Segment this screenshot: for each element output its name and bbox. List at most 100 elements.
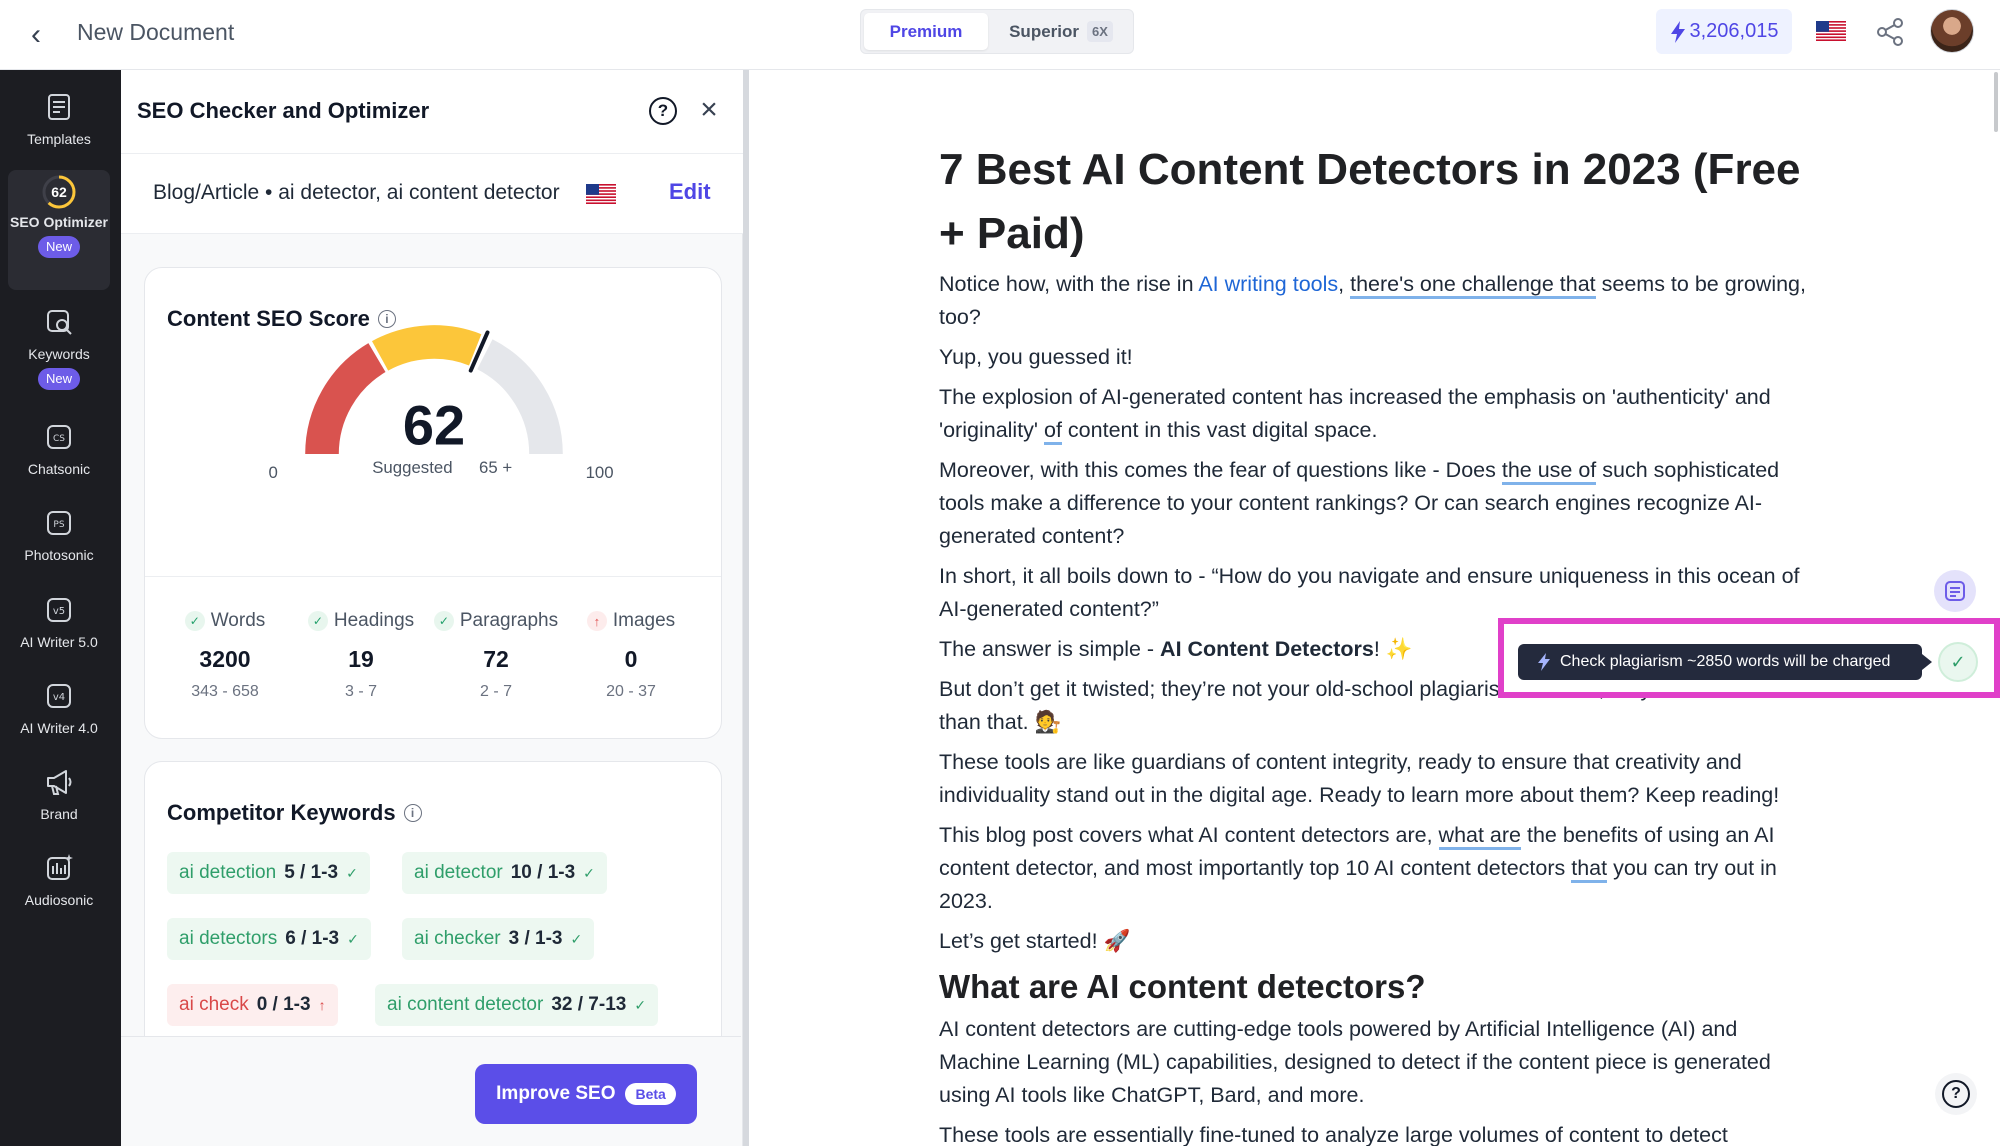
- sidebar-item-seo-optimizer[interactable]: 62 SEO Optimizer New: [8, 170, 110, 290]
- check-icon: ✓: [570, 930, 583, 947]
- keyword-chip[interactable]: ai check 0 / 1-3 ↑: [167, 984, 338, 1026]
- credits-count: 3,206,015: [1689, 20, 1779, 42]
- suggested-value: 65 +: [479, 458, 512, 477]
- gauge-min-label: 0: [269, 463, 278, 482]
- seo-panel: SEO Checker and Optimizer ? × Blog/Artic…: [121, 70, 743, 1146]
- section-heading[interactable]: What are AI content detectors?: [939, 965, 1819, 1009]
- lightning-icon: [1538, 653, 1550, 671]
- sidebar-item-label: Chatsonic: [27, 461, 91, 477]
- info-icon[interactable]: i: [403, 804, 422, 822]
- svg-text:CS: CS: [53, 434, 65, 444]
- credits-button[interactable]: 3,206,015: [1656, 9, 1792, 54]
- megaphone-icon: [47, 770, 72, 795]
- improve-seo-button[interactable]: Improve SEO Beta: [475, 1064, 697, 1124]
- ai-writer-5-icon: v5: [47, 598, 71, 622]
- stat-headings: ✓ Headings 19 3 - 7: [296, 610, 426, 701]
- paragraph[interactable]: Let’s get started! 🚀: [939, 925, 1819, 958]
- keyword-chip[interactable]: ai content detector 32 / 7-13 ✓: [375, 984, 659, 1026]
- plagiarism-check-button[interactable]: ✓: [1938, 642, 1978, 682]
- arrow-up-icon: ↑: [586, 611, 607, 631]
- keyword-chip[interactable]: ai detectors 6 / 1-3 ✓: [167, 918, 371, 960]
- paragraph[interactable]: Yup, you guessed it!: [939, 341, 1819, 374]
- us-flag-icon[interactable]: [1816, 21, 1846, 41]
- arrow-up-icon: ↑: [318, 997, 326, 1013]
- paragraph[interactable]: Moreover, with this comes the fear of qu…: [939, 454, 1819, 553]
- lightning-icon: [1670, 20, 1685, 43]
- stat-range: 2 - 7: [479, 683, 512, 700]
- sidebar-item-ai-writer-4[interactable]: v4 AI Writer 4.0: [8, 679, 110, 738]
- paragraph[interactable]: This blog post covers what AI content de…: [939, 819, 1819, 918]
- sidebar-item-brand[interactable]: Brand: [8, 765, 110, 824]
- user-avatar[interactable]: [1930, 9, 1974, 53]
- paragraph[interactable]: These tools are essentially fine-tuned t…: [939, 1119, 1819, 1146]
- content-type-keywords: Blog/Article • ai detector, ai content d…: [153, 181, 560, 204]
- top-bar: ‹ New Document Premium Superior 6X 3,206…: [0, 0, 2000, 70]
- panel-subheader: Blog/Article • ai detector, ai content d…: [121, 154, 743, 234]
- paragraph[interactable]: These tools are like guardians of conten…: [939, 746, 1819, 812]
- document-editor[interactable]: 7 Best AI Content Detectors in 2023 (Fre…: [749, 70, 2000, 1146]
- grammar-suggestion[interactable]: the use of: [1501, 458, 1597, 485]
- editor-scrollbar[interactable]: [1994, 72, 1998, 132]
- paragraph[interactable]: In short, it all boils down to - “How do…: [939, 560, 1819, 626]
- paragraph[interactable]: AI content detectors are cutting-edge to…: [939, 1013, 1819, 1112]
- sidebar-item-label: Audiosonic: [24, 892, 94, 908]
- check-icon: ✓: [307, 611, 328, 631]
- model-tabs: Premium Superior 6X: [860, 9, 1134, 54]
- stat-value: 72: [483, 646, 509, 672]
- keyword-chip[interactable]: ai detection 5 / 1-3 ✓: [167, 852, 370, 894]
- sidebar-item-photosonic[interactable]: PS Photosonic: [8, 506, 110, 565]
- stat-range: 3 - 7: [344, 683, 377, 700]
- link-ai-writing-tools[interactable]: AI writing tools: [1198, 272, 1338, 296]
- share-icon[interactable]: [1872, 14, 1908, 50]
- sidebar-item-chatsonic[interactable]: CS Chatsonic: [8, 420, 110, 479]
- comments-button[interactable]: [1934, 570, 1976, 612]
- stat-value: 3200: [199, 646, 251, 672]
- sidebar-item-keywords[interactable]: Keywords New: [8, 305, 110, 390]
- back-arrow-icon[interactable]: ‹: [18, 17, 54, 53]
- new-badge: New: [37, 236, 80, 258]
- audiosonic-icon: [47, 854, 73, 880]
- grammar-suggestion[interactable]: of: [1044, 418, 1062, 445]
- grammar-suggestion[interactable]: there's one challenge that: [1350, 272, 1596, 299]
- svg-text:v4: v4: [53, 692, 65, 703]
- keywords-card-title: Competitor Keywords i: [167, 800, 422, 826]
- sidebar-item-label: SEO Optimizer: [9, 214, 109, 230]
- plagiarism-tooltip: Check plagiarism ~2850 words will be cha…: [1518, 644, 1932, 680]
- tab-superior-label: Superior: [1009, 21, 1079, 41]
- help-icon: ?: [1942, 1080, 1970, 1108]
- keywords-icon: [47, 310, 72, 335]
- edit-button[interactable]: Edit: [669, 179, 711, 205]
- stat-images: ↑ Images 0 20 - 37: [566, 610, 696, 701]
- paragraph[interactable]: Notice how, with the rise in AI writing …: [939, 268, 1819, 334]
- help-button[interactable]: ?: [1935, 1073, 1977, 1115]
- check-icon: ✓: [184, 611, 205, 631]
- paragraph[interactable]: The explosion of AI-generated content ha…: [939, 381, 1819, 447]
- close-icon[interactable]: ×: [691, 92, 727, 128]
- superior-multiplier-badge: 6X: [1087, 21, 1113, 42]
- seo-score-ring: 62: [41, 174, 77, 210]
- keyword-chip[interactable]: ai checker 3 / 1-3 ✓: [402, 918, 595, 960]
- keyword-chip[interactable]: ai detector 10 / 1-3 ✓: [402, 852, 607, 894]
- panel-title: SEO Checker and Optimizer: [137, 98, 430, 123]
- panel-footer: Improve SEO Beta: [121, 1036, 741, 1146]
- list-icon: [1945, 581, 1965, 601]
- check-icon: ✓: [634, 996, 647, 1013]
- photosonic-icon: PS: [47, 511, 71, 535]
- help-icon[interactable]: ?: [649, 97, 677, 125]
- grammar-suggestion[interactable]: that: [1571, 856, 1608, 883]
- tab-superior[interactable]: Superior 6X: [992, 13, 1130, 50]
- sidebar-item-ai-writer-5[interactable]: v5 AI Writer 5.0: [8, 593, 110, 652]
- article-title[interactable]: 7 Best AI Content Detectors in 2023 (Fre…: [939, 138, 1819, 266]
- stat-words: ✓ Words 3200 343 - 658: [160, 610, 290, 701]
- tab-premium[interactable]: Premium: [864, 13, 988, 50]
- check-icon: ✓: [583, 864, 595, 881]
- document-title[interactable]: New Document: [77, 19, 234, 46]
- panel-header: SEO Checker and Optimizer ? ×: [121, 70, 743, 154]
- score-value: 62: [403, 393, 465, 456]
- sidebar-item-templates[interactable]: Templates: [8, 90, 110, 149]
- stat-range: 343 - 658: [191, 683, 259, 700]
- svg-text:PS: PS: [53, 520, 64, 530]
- sidebar-item-label: Brand: [40, 806, 78, 822]
- sidebar-item-audiosonic[interactable]: Audiosonic: [8, 851, 110, 910]
- grammar-suggestion[interactable]: what are: [1438, 823, 1522, 850]
